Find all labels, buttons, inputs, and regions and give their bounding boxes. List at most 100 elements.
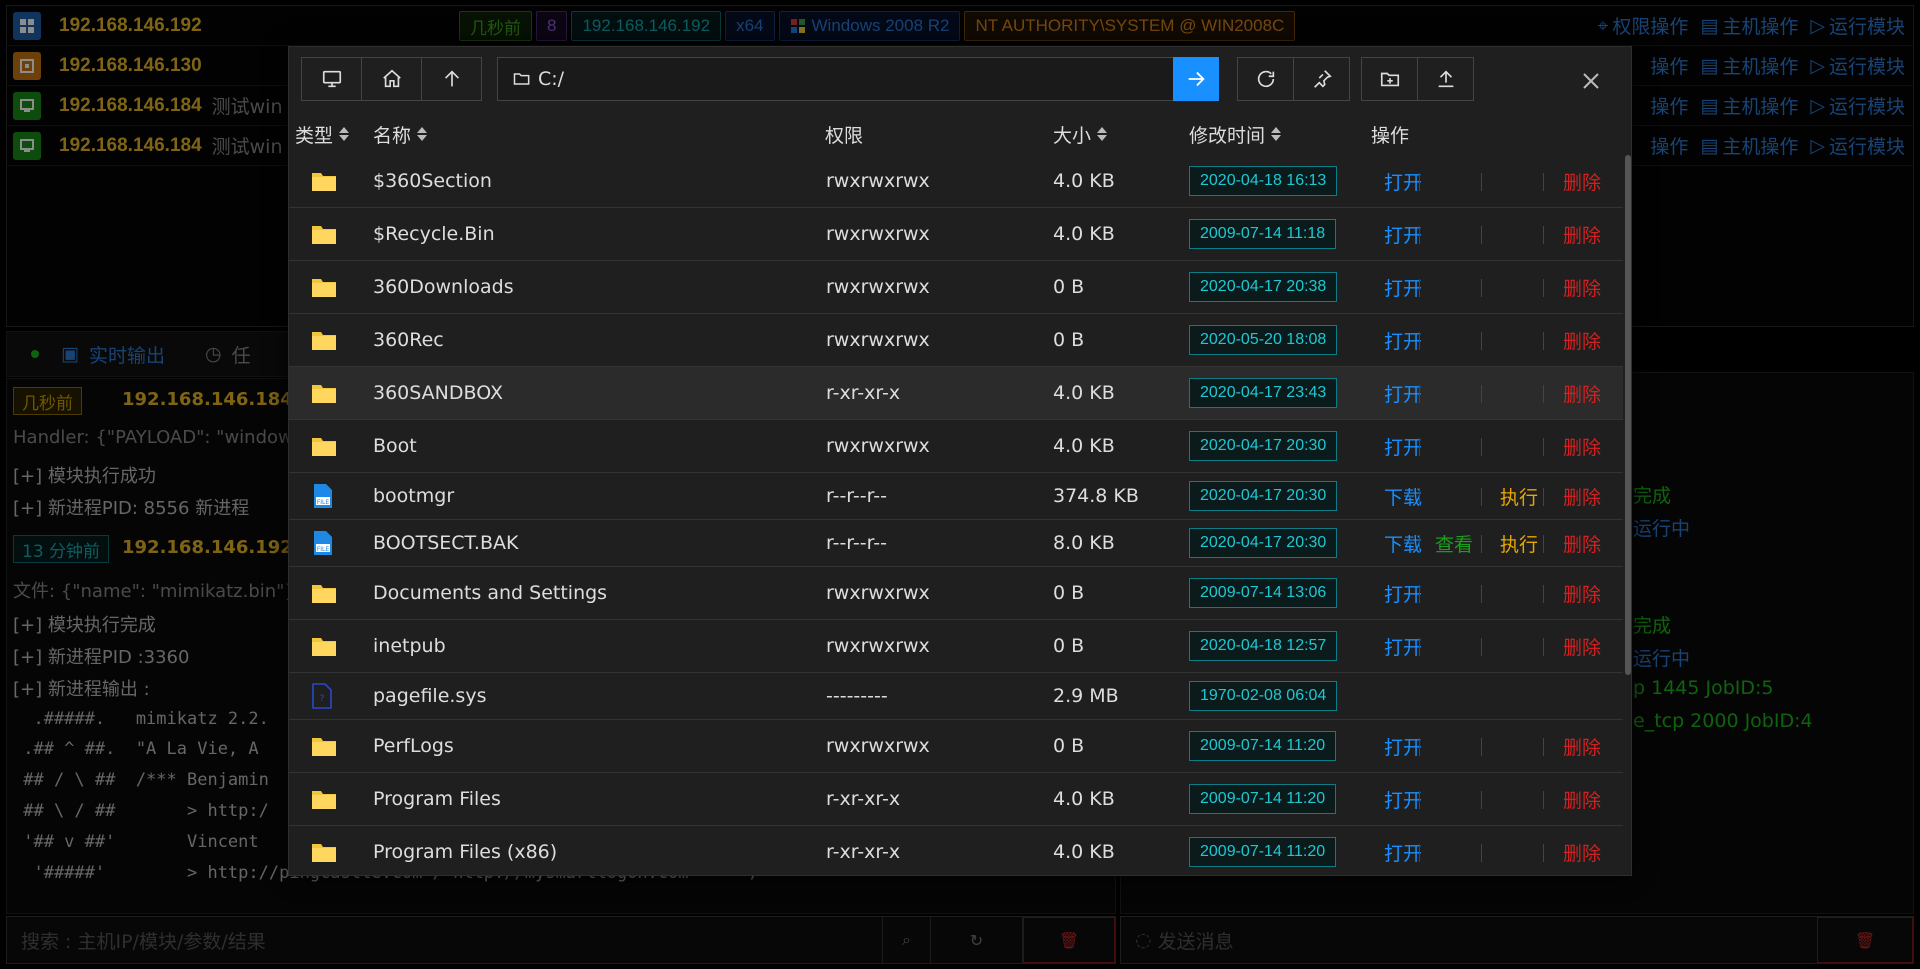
file-name[interactable]: $Recycle.Bin (373, 223, 495, 245)
home-icon[interactable] (361, 57, 422, 101)
delete-action[interactable]: 删除 (1563, 221, 1601, 248)
refresh-button[interactable] (1237, 57, 1294, 101)
file-row[interactable]: $Recycle.Bin rwxrwxrwx 4.0 KB 2009-07-14 11… (289, 208, 1623, 261)
column-size[interactable]: 大小 (1053, 121, 1108, 148)
delete-action[interactable]: 删除 (1563, 733, 1601, 760)
open-action[interactable]: 打开 (1384, 221, 1422, 248)
column-name-label: 名称 (373, 124, 412, 147)
file-name[interactable]: 360Downloads (373, 276, 514, 298)
close-button[interactable] (1579, 69, 1603, 93)
delete-action[interactable]: 删除 (1563, 483, 1601, 510)
file-name[interactable]: pagefile.sys (373, 685, 486, 707)
column-permission-label: 权限 (825, 124, 864, 147)
delete-action[interactable]: 删除 (1563, 786, 1601, 813)
file-row[interactable]: Boot rwxrwxrwx 4.0 KB 2020-04-17 20:30 打开 删除 (289, 420, 1623, 473)
file-size: 0 B (1053, 635, 1085, 657)
download-action[interactable]: 下载 (1384, 483, 1422, 510)
file-name[interactable]: Documents and Settings (373, 582, 607, 604)
delete-action[interactable]: 删除 (1563, 633, 1601, 660)
arrow-up-icon[interactable] (421, 57, 482, 101)
view-action[interactable]: 查看 (1435, 530, 1473, 557)
folder-icon (311, 261, 337, 313)
delete-action[interactable]: 删除 (1563, 327, 1601, 354)
file-name[interactable]: $360Section (373, 170, 492, 192)
divider (1419, 737, 1420, 756)
file-row[interactable]: FILE BOOTSECT.BAK r--r--r-- 8.0 KB 2020-04-1… (289, 520, 1623, 567)
column-name[interactable]: 名称 (373, 121, 428, 148)
open-action[interactable]: 打开 (1384, 580, 1422, 607)
file-row[interactable]: $360Section rwxrwxrwx 4.0 KB 2020-04-18 16:… (289, 155, 1623, 208)
file-name[interactable]: Boot (373, 435, 417, 457)
column-mtime[interactable]: 修改时间 (1189, 121, 1282, 148)
file-name[interactable]: 360Rec (373, 329, 444, 351)
file-name[interactable]: inetpub (373, 635, 446, 657)
open-action[interactable]: 打开 (1384, 274, 1422, 301)
file-mtime: 2020-04-18 12:57 (1189, 631, 1338, 661)
delete-action[interactable]: 删除 (1563, 530, 1601, 557)
divider (1543, 790, 1544, 809)
delete-action[interactable]: 删除 (1563, 839, 1601, 866)
divider (1419, 437, 1420, 456)
divider (1419, 384, 1420, 403)
file-row[interactable]: Program Files (x86) r-xr-xr-x 4.0 KB 2009-0… (289, 826, 1623, 877)
open-action[interactable]: 打开 (1384, 633, 1422, 660)
upload-button[interactable] (1417, 57, 1474, 101)
folder-icon (311, 420, 337, 472)
file-row[interactable]: PerfLogs rwxrwxrwx 0 B 2009-07-14 11:20 打开 删除 (289, 720, 1623, 773)
exec-action[interactable]: 执行 (1500, 530, 1538, 557)
open-action[interactable]: 打开 (1384, 786, 1422, 813)
folder-icon (311, 720, 337, 772)
column-ops: 操作 (1371, 121, 1409, 148)
folder-icon (311, 314, 337, 366)
download-action[interactable]: 下载 (1384, 530, 1422, 557)
file-name[interactable]: PerfLogs (373, 735, 454, 757)
file-mtime: 2020-04-18 16:13 (1189, 166, 1338, 196)
sort-icon (417, 127, 428, 141)
open-action[interactable]: 打开 (1384, 380, 1422, 407)
file-name[interactable]: BOOTSECT.BAK (373, 532, 518, 554)
svg-text:FILE: FILE (317, 499, 330, 506)
file-row[interactable]: ? pagefile.sys --------- 2.9 MB 1970-02-08 0… (289, 673, 1623, 720)
scrollbar[interactable] (1625, 155, 1631, 675)
new-folder-button[interactable] (1361, 57, 1418, 101)
open-action[interactable]: 打开 (1384, 839, 1422, 866)
delete-action[interactable]: 删除 (1563, 433, 1601, 460)
divider (1481, 790, 1482, 809)
folder-add-icon (1380, 72, 1399, 87)
divider (1543, 384, 1544, 403)
delete-action[interactable]: 删除 (1563, 274, 1601, 301)
file-name[interactable]: Program Files (x86) (373, 841, 557, 863)
path-input[interactable]: C:/ (497, 57, 1174, 101)
divider (1481, 843, 1482, 862)
open-action[interactable]: 打开 (1384, 733, 1422, 760)
file-row[interactable]: FILE bootmgr r--r--r-- 374.8 KB 2020-04-17 2… (289, 473, 1623, 520)
delete-action[interactable]: 删除 (1563, 380, 1601, 407)
system-file-icon: ? (311, 673, 333, 719)
file-name[interactable]: Program Files (373, 788, 501, 810)
file-permission: rwxrwxrwx (826, 170, 930, 192)
open-action[interactable]: 打开 (1384, 327, 1422, 354)
column-type[interactable]: 类型 (295, 121, 350, 148)
file-row[interactable]: 360SANDBOX r-xr-xr-x 4.0 KB 2020-04-17 23:4… (289, 367, 1623, 420)
folder-icon (311, 620, 337, 672)
file-row[interactable]: Program Files r-xr-xr-x 4.0 KB 2009-07-14 1… (289, 773, 1623, 826)
exec-action[interactable]: 执行 (1500, 483, 1538, 510)
divider (1543, 172, 1544, 191)
computer-icon[interactable] (301, 57, 362, 101)
folder-icon (311, 567, 337, 619)
delete-action[interactable]: 删除 (1563, 168, 1601, 195)
open-action[interactable]: 打开 (1384, 168, 1422, 195)
file-manager-dialog: C:/ 类型 名称 权限 大小 修改时间 操作 $360Section rwxr… (288, 46, 1632, 876)
column-size-label: 大小 (1053, 124, 1092, 147)
file-permission: r-xr-xr-x (826, 841, 901, 863)
go-button[interactable] (1173, 57, 1219, 101)
file-name[interactable]: 360SANDBOX (373, 382, 503, 404)
file-row[interactable]: inetpub rwxrwxrwx 0 B 2020-04-18 12:57 打开 删除 (289, 620, 1623, 673)
file-row[interactable]: 360Downloads rwxrwxrwx 0 B 2020-04-17 20:38… (289, 261, 1623, 314)
file-row[interactable]: 360Rec rwxrwxrwx 0 B 2020-05-20 18:08 打开 删除 (289, 314, 1623, 367)
open-action[interactable]: 打开 (1384, 433, 1422, 460)
file-name[interactable]: bootmgr (373, 485, 454, 507)
pin-button[interactable] (1293, 57, 1350, 101)
file-row[interactable]: Documents and Settings rwxrwxrwx 0 B 2009-0… (289, 567, 1623, 620)
delete-action[interactable]: 删除 (1563, 580, 1601, 607)
